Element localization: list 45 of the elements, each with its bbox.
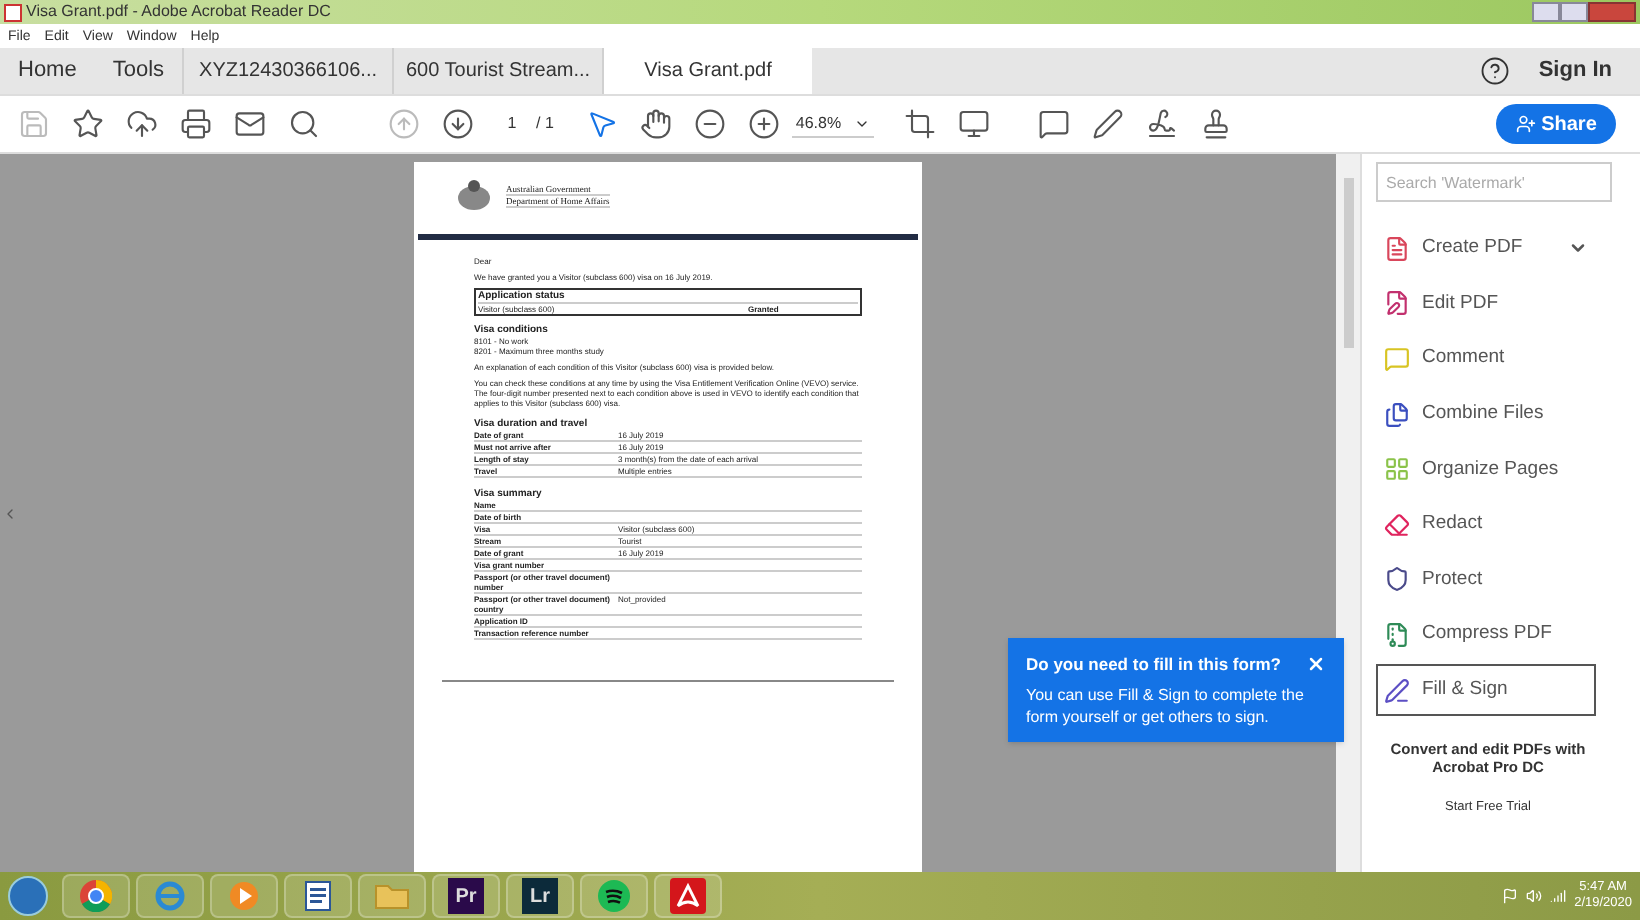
app-button[interactable]: Lr — [506, 874, 574, 918]
tool-item[interactable]: Create PDF — [1376, 222, 1596, 276]
window-title: Visa Grant.pdf - Adobe Acrobat Reader DC — [26, 4, 331, 20]
app-button[interactable]: Pr — [432, 874, 500, 918]
tool-item[interactable]: Protect — [1376, 553, 1596, 607]
search-field[interactable]: Search 'Watermark' — [1376, 162, 1612, 202]
tool-item[interactable]: Comment — [1376, 332, 1596, 386]
folder-icon — [374, 880, 410, 912]
taskbar-app-button[interactable] — [580, 874, 648, 918]
signal-icon[interactable] — [1550, 888, 1567, 904]
minimize-button[interactable] — [1532, 2, 1560, 22]
taskbar-app-button[interactable] — [654, 874, 722, 918]
taskbar-app-button[interactable] — [284, 874, 352, 918]
volume-icon[interactable] — [1526, 888, 1543, 904]
popup-title: Do you need to fill in this form? — [1026, 652, 1281, 678]
tool-item[interactable]: Redact — [1376, 497, 1596, 552]
start-button[interactable] — [8, 876, 48, 916]
document-icon — [302, 880, 334, 912]
share-button[interactable]: Share — [1496, 104, 1616, 144]
acrobat-icon — [670, 878, 706, 914]
zoom-dropdown[interactable]: 46.8% — [791, 111, 874, 137]
nav-tab[interactable]: Tools — [94, 48, 183, 94]
page-count: / 1 — [536, 112, 554, 136]
app-logo-icon: Pr — [448, 878, 484, 914]
chrome-icon — [80, 880, 112, 912]
app-logo-icon: Lr — [522, 878, 558, 914]
tool-item[interactable]: Organize Pages — [1376, 442, 1596, 496]
maximize-button[interactable] — [1560, 2, 1588, 22]
globe-icon — [154, 880, 186, 912]
play-icon — [228, 880, 260, 912]
close-icon[interactable] — [1306, 654, 1326, 675]
crest-logo-icon — [454, 178, 494, 214]
sign-in-button[interactable]: Sign In — [1538, 54, 1612, 88]
popup-text: You can use Fill & Sign to complete the form yourself or get others to sign. — [1026, 683, 1306, 728]
user-plus-icon — [1515, 114, 1536, 134]
tool-item[interactable]: Combine Files — [1376, 387, 1596, 441]
tool-item[interactable]: Edit PDF — [1376, 277, 1596, 331]
tool-item[interactable]: Fill & Sign — [1376, 663, 1596, 717]
spotify-icon — [598, 880, 630, 912]
nav-tab[interactable]: Home — [0, 48, 95, 94]
tool-item[interactable]: Compress PDF — [1376, 608, 1596, 662]
page-field[interactable]: 1 — [490, 112, 534, 136]
document-tab[interactable]: Visa Grant.pdf — [602, 48, 813, 94]
help-icon[interactable] — [1480, 56, 1511, 86]
flag-icon[interactable] — [1502, 888, 1519, 904]
